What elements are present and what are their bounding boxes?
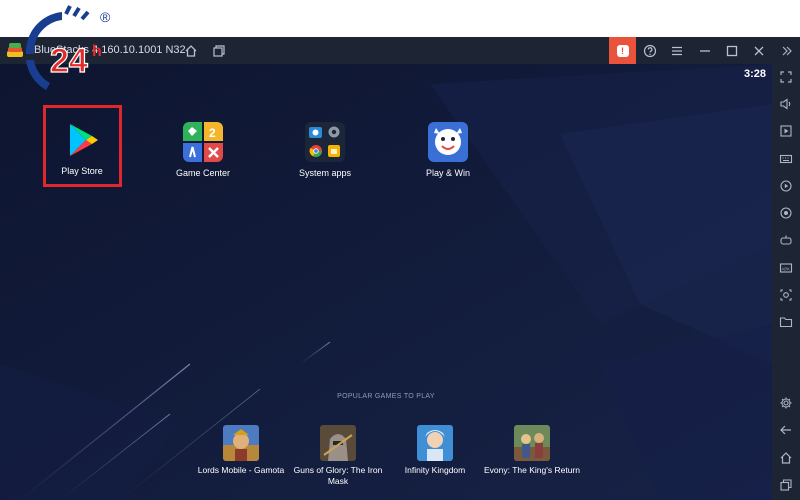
- registered-mark: ®: [100, 9, 111, 25]
- double-chevron-icon: [782, 46, 792, 56]
- app-label: Game Center: [175, 168, 231, 178]
- svg-text:APK: APK: [782, 266, 791, 271]
- game-evony[interactable]: Evony: The King's Return: [482, 425, 582, 476]
- maximize-button[interactable]: [719, 37, 745, 64]
- android-home-screen: 3:28 Play Store 2 Game Center System app…: [0, 64, 772, 500]
- gear-icon: [780, 397, 792, 409]
- home-icon: [780, 452, 792, 464]
- app-label: System apps: [298, 168, 352, 178]
- game-guns-of-glory[interactable]: Guns of Glory: The Iron Mask: [288, 425, 388, 487]
- app-play-and-win[interactable]: Play & Win: [393, 122, 503, 178]
- watermark-logo: 24 h ®: [25, 5, 111, 90]
- fullscreen-button[interactable]: [772, 65, 800, 89]
- volume-button[interactable]: [772, 92, 800, 116]
- macro-button[interactable]: [772, 201, 800, 225]
- app-game-center[interactable]: 2 Game Center: [148, 122, 258, 178]
- svg-text:2: 2: [209, 126, 216, 140]
- status-clock: 3:28: [743, 68, 766, 80]
- help-button[interactable]: [637, 37, 663, 64]
- fullscreen-icon: [780, 71, 792, 83]
- infinity-kingdom-icon: [417, 425, 453, 461]
- evony-icon: [514, 425, 550, 461]
- game-lords-mobile[interactable]: Lords Mobile - Gamota: [191, 425, 291, 476]
- gamepad-icon: [780, 235, 792, 245]
- gamepad-button[interactable]: [772, 228, 800, 252]
- media-icon: [780, 125, 792, 137]
- recent-apps-icon: [780, 479, 792, 491]
- game-label: Lords Mobile - Gamota: [197, 465, 285, 475]
- folder-button[interactable]: [772, 310, 800, 334]
- game-label: Evony: The King's Return: [484, 465, 580, 475]
- volume-icon: [780, 98, 791, 110]
- maximize-icon: [726, 45, 738, 56]
- home-button[interactable]: [178, 37, 204, 64]
- folder-icon: [779, 317, 793, 328]
- minimize-button[interactable]: [692, 37, 718, 64]
- close-icon: [754, 46, 764, 55]
- notification-button[interactable]: !: [609, 37, 636, 64]
- notification-badge: !: [616, 44, 629, 57]
- home-icon: [185, 44, 197, 57]
- install-apk-button[interactable]: APK: [772, 256, 800, 280]
- camera-icon: [780, 289, 792, 301]
- svg-text:h: h: [92, 43, 102, 60]
- app-label: Play & Win: [425, 168, 470, 178]
- media-manager-button[interactable]: [772, 119, 800, 143]
- watermark-text: 24: [50, 42, 88, 80]
- settings-button[interactable]: [772, 391, 800, 415]
- game-infinity-kingdom[interactable]: Infinity Kingdom: [385, 425, 485, 476]
- multi-instance-button[interactable]: [206, 37, 232, 64]
- play-circle-icon: [780, 180, 792, 192]
- keyboard-icon: [779, 154, 793, 164]
- screenshot-button[interactable]: [772, 283, 800, 307]
- back-button[interactable]: [772, 418, 800, 442]
- minimize-icon: [700, 49, 710, 52]
- guns-of-glory-icon: [320, 425, 356, 461]
- sidebar-collapse-button[interactable]: [772, 39, 800, 63]
- game-center-icon: 2: [183, 122, 223, 162]
- recent-apps-button[interactable]: [772, 473, 800, 497]
- game-label: Guns of Glory: The Iron Mask: [293, 465, 383, 486]
- back-arrow-icon: [780, 425, 791, 435]
- game-label: Infinity Kingdom: [404, 465, 466, 475]
- keyboard-button[interactable]: [772, 147, 800, 171]
- highlight-box: [43, 105, 122, 187]
- play-and-win-icon: [428, 122, 468, 162]
- menu-button[interactable]: [664, 37, 690, 64]
- record-button[interactable]: [772, 174, 800, 198]
- close-button[interactable]: [746, 37, 772, 64]
- right-sidebar: APK: [772, 37, 800, 500]
- help-icon: [643, 44, 657, 57]
- popular-games-title: POPULAR GAMES TO PLAY: [337, 393, 435, 400]
- apk-icon: APK: [779, 263, 793, 273]
- lords-mobile-icon: [223, 425, 259, 461]
- app-system-apps[interactable]: System apps: [270, 122, 380, 178]
- record-circle-icon: [780, 207, 792, 219]
- android-home-button[interactable]: [772, 446, 800, 470]
- system-apps-icon: [305, 122, 345, 162]
- hamburger-menu-icon: [672, 46, 682, 55]
- multi-window-icon: [213, 44, 225, 57]
